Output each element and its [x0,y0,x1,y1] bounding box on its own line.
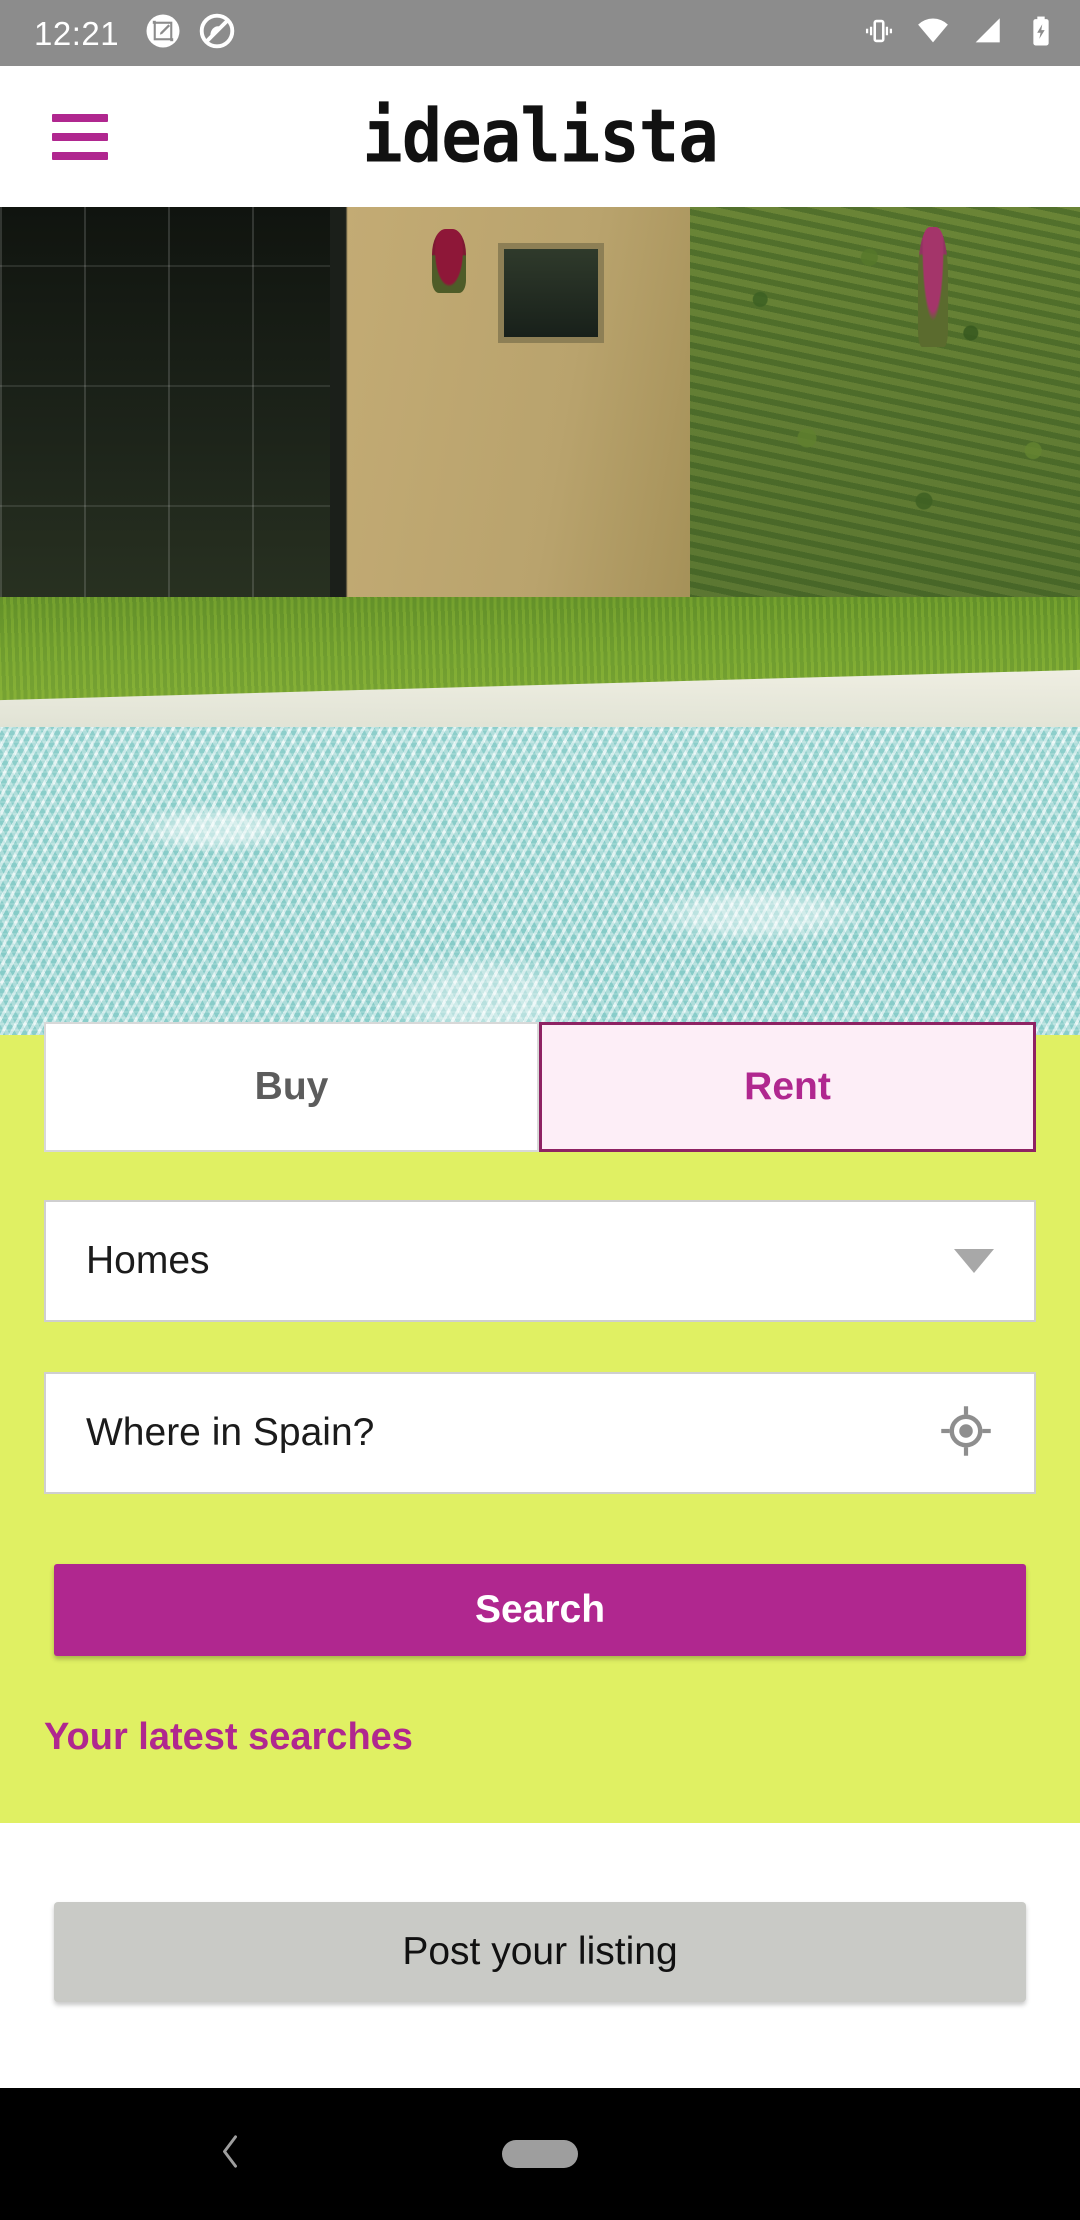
hero-pool-water [0,727,1080,1035]
hero-glass-facade [0,207,330,627]
hero-ivy-foliage [690,207,1080,627]
post-listing-button[interactable]: Post your listing [54,1902,1026,2002]
my-location-icon[interactable] [938,1403,994,1464]
status-bar-system-icons [862,14,1058,53]
wifi-icon [916,14,950,53]
location-placeholder: Where in Spain? [86,1411,375,1454]
latest-searches-title: Your latest searches [44,1716,413,1758]
chevron-down-icon [954,1249,994,1273]
screenshot-edit-icon [145,13,181,54]
do-not-disturb-icon [199,13,235,54]
status-bar-notification-icons [145,13,235,54]
tab-buy[interactable]: Buy [44,1022,539,1152]
hero-flower-right [918,227,948,347]
buy-rent-tabs: Buy Rent [44,1022,1036,1152]
brand-logo: idealista [362,93,719,180]
status-bar: 12:21 [0,0,1080,66]
hero-flower-left [432,229,466,293]
search-button[interactable]: Search [54,1564,1026,1656]
android-nav-bar [0,2088,1080,2220]
cellular-signal-icon [970,14,1004,53]
vibrate-mode-icon [862,14,896,53]
hero-image [0,207,1080,1035]
app-screen: 12:21 idealista Buy Rent Homes Where in … [0,0,1080,2220]
back-chevron-icon[interactable] [208,2130,252,2179]
property-type-value: Homes [86,1239,210,1282]
battery-charging-icon [1024,14,1058,53]
hero-window [498,243,604,343]
app-header: idealista [0,66,1080,207]
status-bar-clock: 12:21 [34,14,120,52]
home-pill-indicator[interactable] [502,2140,578,2168]
location-input[interactable]: Where in Spain? [44,1372,1036,1494]
property-type-select[interactable]: Homes [44,1200,1036,1322]
tab-rent[interactable]: Rent [539,1022,1036,1152]
